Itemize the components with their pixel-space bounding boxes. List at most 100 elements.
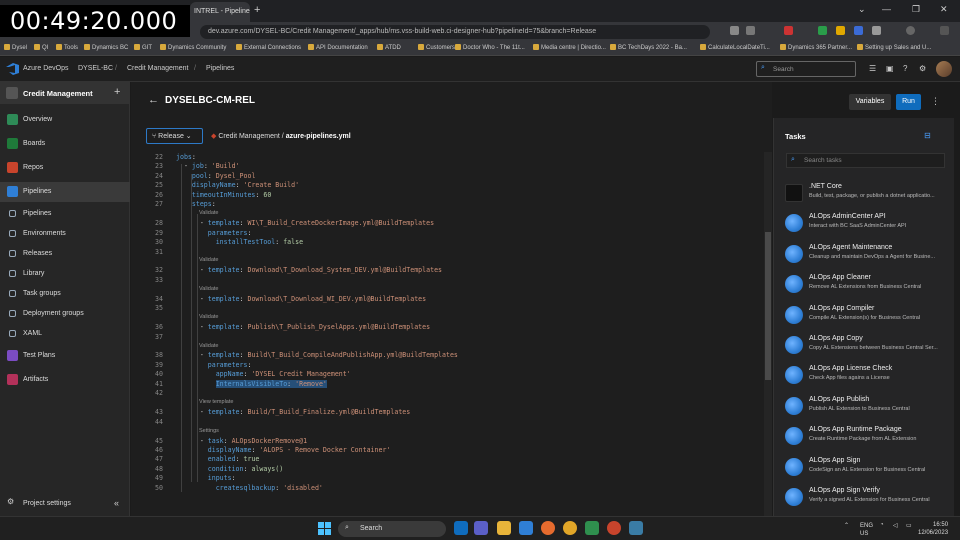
task-item[interactable]: ALOps App Runtime Package Create Runtime … [774,423,955,453]
dock-panel-icon[interactable]: ⊟ [924,131,931,140]
sidebar-item-pipelines[interactable]: Pipelines [0,182,130,202]
powerpoint-icon[interactable] [607,521,621,535]
bookmark-item[interactable]: Setting up Sales and U... [857,44,931,51]
app-icon[interactable] [629,521,643,535]
project-selector[interactable]: Credit Management + [0,82,130,104]
new-tab-button[interactable]: + [254,4,260,16]
bookmark-item[interactable]: CalculateLocalDateTi... [700,44,770,51]
sidebar-item-test-plans[interactable]: Test Plans [0,346,130,366]
wifi-icon[interactable]: ◔ [880,522,884,528]
codelens-link[interactable]: Validate [199,343,218,349]
code-line[interactable]: - template: Publish\T_Publish_DyselApps.… [176,323,430,331]
bookmark-item[interactable]: Dynamics BC [84,44,128,51]
code-line[interactable]: - template: Download\T_Download_WI_DEV.y… [176,295,426,303]
extension-icon[interactable] [818,26,827,35]
code-line[interactable]: enabled: true [176,455,260,463]
task-item[interactable]: ALOps App Cleaner Remove AL Extensions fr… [774,271,955,301]
search-tasks-input[interactable]: Search tasks [786,153,945,168]
search-input[interactable]: Search [756,61,856,77]
task-item[interactable]: ALOps App Copy Copy AL Extensions between… [774,332,955,362]
editor-scrollbar[interactable] [764,152,772,516]
codelens-link[interactable]: Validate [199,286,218,292]
more-options-icon[interactable]: ⋮ [931,96,940,107]
code-line[interactable]: displayName: 'ALOPS - Remove Docker Cont… [176,446,391,454]
code-line[interactable]: createsqlbackup: 'disabled' [176,484,323,492]
code-line[interactable]: inputs: [176,474,236,482]
file-explorer-icon[interactable] [497,521,511,535]
project-settings-link[interactable]: ⚙ Project settings « [0,494,130,514]
run-button[interactable]: Run [896,94,921,110]
clock[interactable]: 16:50 12/06/2023 [918,521,948,537]
extension-icon[interactable] [746,26,755,35]
codelens-link[interactable]: Validate [199,314,218,320]
firefox-icon[interactable] [541,521,555,535]
product-name[interactable]: Azure DevOps [23,65,69,72]
menu-icon[interactable] [940,26,949,35]
list-icon[interactable]: ☰ [869,64,876,73]
code-line[interactable]: condition: always() [176,465,283,473]
extension-icon[interactable] [784,26,793,35]
task-item[interactable]: .NET Core Build, test, package, or publis… [774,180,955,210]
tray-chevron-icon[interactable]: ⌃ [844,522,849,529]
back-arrow-icon[interactable]: ← [148,94,159,106]
restore-icon[interactable]: ❐ [912,4,920,15]
battery-icon[interactable]: ▭ [906,522,912,529]
avatar[interactable] [936,61,952,77]
sidebar-item-environments[interactable]: Environments [0,224,130,244]
code-line[interactable]: - task: ALOpsDockerRemove@1 [176,437,307,445]
windows-start-icon[interactable] [318,522,331,535]
sidebar-item-deployment-groups[interactable]: Deployment groups [0,304,130,324]
bookmark-item[interactable]: API Documentation [308,44,368,51]
sidebar-item-releases[interactable]: Releases [0,244,130,264]
task-item[interactable]: ALOps App License Check Check App files a… [774,362,955,392]
code-line[interactable]: - template: Download\T_Download_System_D… [176,266,442,274]
bookmark-item[interactable]: Doctor Who - The 11t... [455,44,525,51]
code-line[interactable]: parameters: [176,361,252,369]
collapse-icon[interactable]: « [114,498,119,508]
url-field[interactable]: dev.azure.com/DYSEL-BC/Credit Management… [200,25,710,39]
volume-icon[interactable]: ◁ [893,522,898,529]
extension-icon[interactable] [836,26,845,35]
codelens-link[interactable]: Validate [199,210,218,216]
sidebar-item-xaml[interactable]: XAML [0,324,130,344]
sidebar-item-task-groups[interactable]: Task groups [0,284,130,304]
bookmark-item[interactable]: QI [34,44,48,51]
bookmark-item[interactable]: GIT [134,44,152,51]
task-item[interactable]: ALOps Agent Maintenance Cleanup and maint… [774,241,955,271]
code-line[interactable]: - template: WI\T_Build_CreateDockerImage… [176,219,434,227]
extension-icon[interactable] [854,26,863,35]
code-line[interactable]: - template: Build/T_Build_Finalize.yml@B… [176,408,410,416]
sidebar-item-artifacts[interactable]: Artifacts [0,370,130,390]
code-line[interactable]: - template: Build\T_Build_CompileAndPubl… [176,351,458,359]
task-item[interactable]: ALOps App Sign Verify Verify a signed AL … [774,484,955,514]
notepad-icon[interactable] [585,521,599,535]
branch-selector[interactable]: ⑂ Release ⌄ [146,128,203,144]
sidebar-item-repos[interactable]: Repos [0,158,130,178]
codelens-link[interactable]: Settings [199,428,219,434]
chevron-down-icon[interactable]: ⌄ [858,4,866,15]
breadcrumb-org[interactable]: DYSEL-BC [78,65,113,72]
variables-button[interactable]: Variables [849,94,891,110]
help-icon[interactable]: ? [903,64,907,73]
task-item[interactable]: ALOps App Compiler Compile AL Extension(s… [774,302,955,332]
task-item[interactable]: ALOps AdminCenter API Interact with BC Sa… [774,210,955,240]
bookmark-item[interactable]: Dysel [4,44,27,51]
outlook-icon[interactable] [454,521,468,535]
sidebar-item-pipelines[interactable]: Pipelines [0,204,130,224]
yaml-editor[interactable]: 22 jobs: 23 - job: 'Build' 24 pool: Dysel_P… [131,152,763,516]
task-item[interactable]: ALOps App Publish Publish AL Extension to… [774,393,955,423]
history-icon[interactable] [730,26,739,35]
teams-icon[interactable] [474,521,488,535]
task-item[interactable]: ALOps App Sign CodeSign an AL Extension f… [774,454,955,484]
sidebar-item-boards[interactable]: Boards [0,134,130,154]
bookmark-item[interactable]: Media centre | Directio... [533,44,606,51]
code-line[interactable]: - job: 'Build' [176,162,240,170]
code-line[interactable]: parameters: [176,229,252,237]
browser-tab[interactable]: INTREL - Pipelines [190,2,250,22]
code-line[interactable]: InternalsVisibleTo: 'Remove' [176,379,327,388]
azure-devops-logo-icon[interactable] [6,63,19,75]
profile-icon[interactable] [906,26,915,35]
path-repo[interactable]: Credit Management [218,133,279,140]
codelens-link[interactable]: View template [199,399,233,405]
minimize-icon[interactable]: — [882,4,891,14]
